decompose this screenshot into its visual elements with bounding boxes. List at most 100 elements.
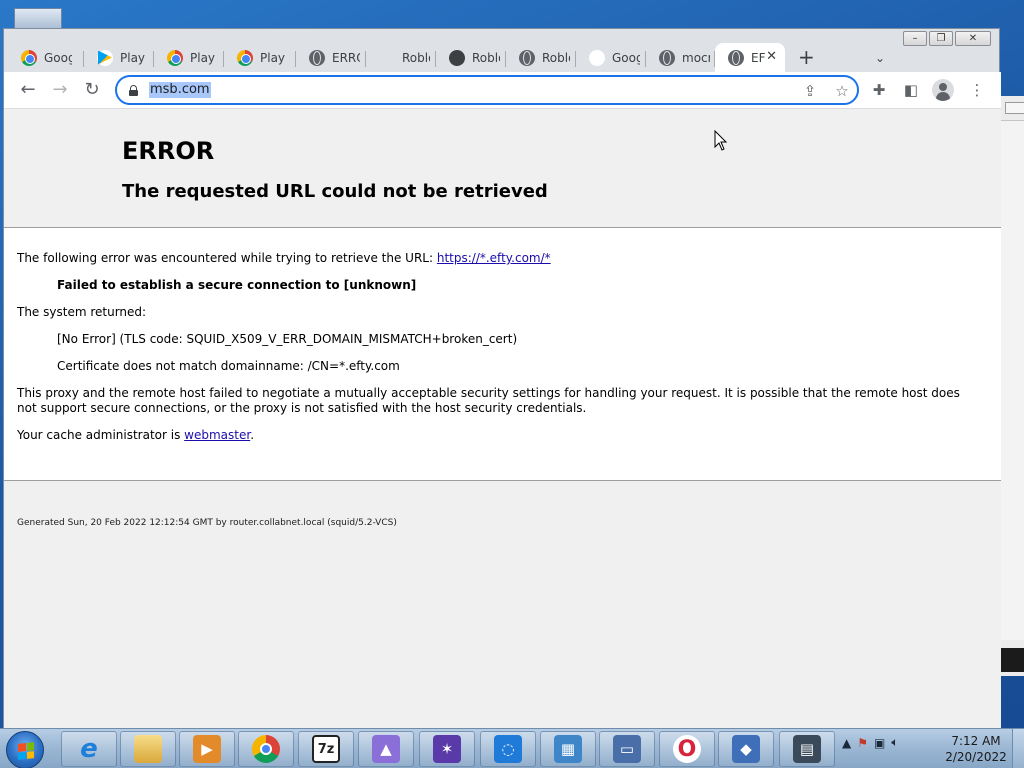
browser-toolbar: ← → ↻ msb.com ⇪ ☆ ✚ ◧ ⋮ bbox=[4, 72, 1001, 109]
app-edge-icon: ◌ bbox=[494, 735, 522, 763]
taskbar-media-player-button[interactable]: ▶ bbox=[179, 731, 235, 767]
7zip-icon: 7z bbox=[312, 735, 340, 763]
taskbar-internet-explorer-button[interactable]: e bbox=[61, 731, 117, 767]
system-returned-label: The system returned: bbox=[17, 305, 147, 319]
opera-icon: O bbox=[673, 735, 701, 763]
network-icon[interactable]: ▣ bbox=[874, 736, 885, 750]
start-button[interactable] bbox=[6, 731, 44, 768]
webmaster-link[interactable]: webmaster bbox=[184, 428, 250, 442]
taskbar-file-explorer-button[interactable] bbox=[120, 731, 176, 767]
tab-label: Goog bbox=[44, 50, 72, 65]
tab[interactable]: Goog bbox=[8, 43, 84, 72]
close-tab-icon[interactable]: ✕ bbox=[766, 49, 777, 64]
tab-label: ERRO bbox=[332, 50, 360, 65]
tab[interactable]: Play C bbox=[224, 43, 296, 72]
tab[interactable]: Roblo bbox=[436, 43, 506, 72]
clock-time: 7:12 AM bbox=[951, 734, 1001, 748]
tab-label: Play C bbox=[260, 50, 288, 65]
url-text[interactable]: msb.com bbox=[149, 82, 211, 98]
tab-label: mocr bbox=[682, 50, 710, 65]
taskbar-server-app-button[interactable]: ▤ bbox=[779, 731, 835, 767]
volume-icon[interactable]: 🔈︎ bbox=[891, 735, 898, 750]
tab-active[interactable]: EF ✕ bbox=[715, 43, 785, 72]
forward-arrow-icon[interactable]: → bbox=[50, 80, 70, 100]
background-window-body bbox=[1001, 120, 1024, 640]
tab-search-button[interactable]: ⌄ bbox=[875, 51, 885, 65]
admin-suffix: . bbox=[250, 428, 255, 442]
tab-label: Roblo bbox=[402, 50, 430, 65]
bookmark-star-icon[interactable]: ☆ bbox=[833, 82, 851, 100]
system-tray: ▲ ⚑ ▣ 🔈︎ bbox=[842, 735, 899, 750]
page-subtitle: The requested URL could not be retrieved bbox=[122, 181, 548, 202]
show-desktop-button[interactable] bbox=[1012, 729, 1024, 768]
server-app-icon: ▤ bbox=[793, 735, 821, 763]
taskbar-app-edge-button[interactable]: ◌ bbox=[480, 731, 536, 767]
intro-paragraph: The following error was encountered whil… bbox=[17, 251, 551, 266]
taskbar-google-chrome-button[interactable] bbox=[238, 731, 294, 767]
google-icon: G bbox=[589, 49, 605, 66]
tab[interactable]: ERRO bbox=[296, 43, 366, 72]
profile-avatar-icon[interactable] bbox=[932, 79, 954, 101]
app-cat-icon: ✶ bbox=[433, 735, 461, 763]
side-panel-icon[interactable]: ◧ bbox=[902, 81, 920, 99]
globe-icon bbox=[309, 49, 325, 66]
google-chrome-icon bbox=[252, 735, 280, 763]
taskbar-app-cat-button[interactable]: ✶ bbox=[419, 731, 475, 767]
browser-window: – ❐ ✕ GoogPlay 2Play CPlay CERRORobloRob… bbox=[3, 28, 1001, 729]
page-footer: Generated Sun, 20 Feb 2022 12:12:54 GMT … bbox=[17, 518, 397, 528]
tab[interactable]: G Goog bbox=[576, 43, 646, 72]
certificate-mismatch-text: Certificate does not match domainname: /… bbox=[57, 359, 400, 373]
action-center-flag-icon[interactable]: ⚑ bbox=[857, 736, 868, 750]
error-details: The following error was encountered whil… bbox=[4, 228, 1001, 480]
tab[interactable]: Roblo bbox=[366, 43, 436, 72]
globe-icon bbox=[519, 49, 535, 66]
tray-expand-icon[interactable]: ▲ bbox=[842, 736, 851, 750]
background-window bbox=[1000, 96, 1024, 676]
tab[interactable]: Play 2 bbox=[84, 43, 154, 72]
page-title: ERROR bbox=[122, 137, 215, 165]
taskbar-opera-button[interactable]: O bbox=[659, 731, 715, 767]
admin-paragraph: Your cache administrator is webmaster. bbox=[17, 428, 254, 443]
tab-label: Goog bbox=[612, 50, 640, 65]
clock-date: 2/20/2022 bbox=[945, 750, 1007, 764]
divider bbox=[4, 480, 1001, 481]
chrome-icon bbox=[237, 49, 253, 66]
tab-label: Play 2 bbox=[120, 50, 148, 65]
menu-kebab-icon[interactable]: ⋮ bbox=[968, 81, 986, 99]
tab-label: Roblo bbox=[542, 50, 570, 65]
taskbar-remote-desktop-button[interactable]: ▭ bbox=[599, 731, 655, 767]
tab[interactable]: mocr bbox=[646, 43, 715, 72]
tab[interactable]: Roblo bbox=[506, 43, 576, 72]
lock-icon[interactable] bbox=[129, 85, 138, 96]
tab-label: Play C bbox=[190, 50, 218, 65]
tab-strip: Goog Play 2 Play C Play C ERRO Roblo Roblo Robl… bbox=[4, 39, 1001, 72]
background-window-button bbox=[1005, 102, 1024, 114]
taskbar-app-purple-button[interactable]: ▲ bbox=[358, 731, 414, 767]
taskbar-app-diamond-button[interactable]: ◆ bbox=[718, 731, 774, 767]
share-icon[interactable]: ⇪ bbox=[801, 82, 819, 100]
background-window-footer bbox=[1001, 648, 1024, 672]
taskbar: e ▶ 7z ▲ ✶ ◌ ▦ ▭ O ◆ ▤ ▲ ⚑ ▣ 🔈︎ 7:12 AM 2/20/2022 bbox=[0, 728, 1024, 768]
remote-desktop-icon: ▭ bbox=[613, 735, 641, 763]
taskbar-7zip-button[interactable]: 7z bbox=[298, 731, 354, 767]
back-arrow-icon[interactable]: ← bbox=[18, 80, 38, 100]
tab[interactable]: Play C bbox=[154, 43, 224, 72]
chrome-icon bbox=[21, 49, 37, 66]
requested-url-link[interactable]: https://*.efty.com/* bbox=[437, 251, 551, 265]
globe-icon bbox=[728, 49, 744, 66]
app-diamond-icon: ◆ bbox=[732, 735, 760, 763]
file-explorer-icon bbox=[134, 735, 162, 763]
play-icon bbox=[97, 49, 113, 66]
address-bar[interactable]: msb.com ⇪ ☆ bbox=[115, 75, 859, 105]
roblox-icon bbox=[447, 47, 467, 68]
control-panel-icon: ▦ bbox=[554, 735, 582, 763]
new-tab-button[interactable]: + bbox=[798, 47, 815, 67]
admin-prefix: Your cache administrator is bbox=[17, 428, 185, 442]
tab-label: EF bbox=[751, 50, 765, 65]
taskbar-control-panel-button[interactable]: ▦ bbox=[540, 731, 596, 767]
extensions-icon[interactable]: ✚ bbox=[870, 81, 888, 99]
reload-icon[interactable]: ↻ bbox=[82, 80, 102, 100]
failure-message: Failed to establish a secure connection … bbox=[57, 278, 417, 292]
tab-label: Roblo bbox=[472, 50, 500, 65]
system-clock[interactable]: 7:12 AM 2/20/2022 bbox=[944, 733, 1008, 765]
